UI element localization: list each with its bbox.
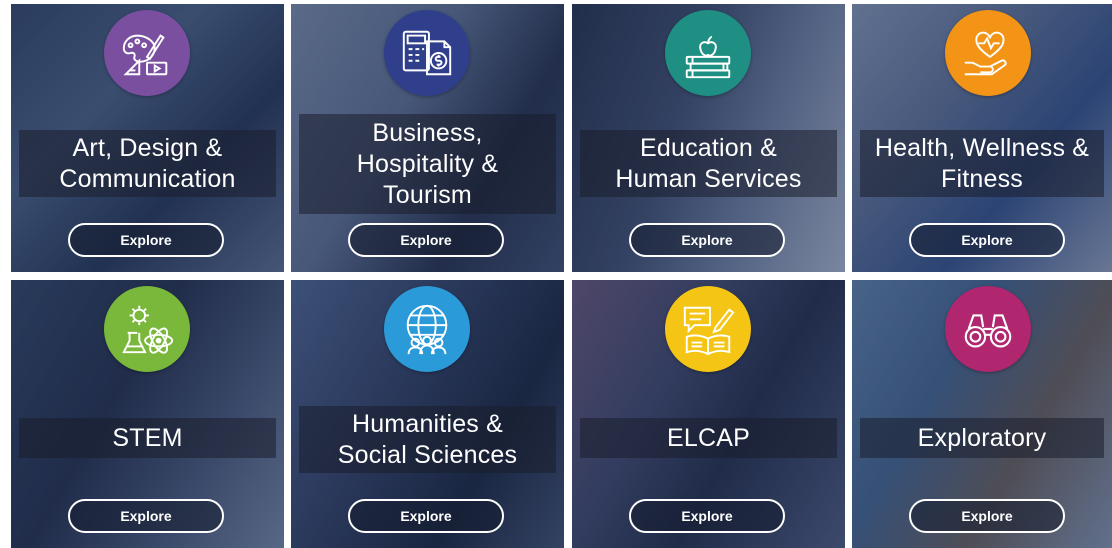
education-books-apple-icon (685, 35, 731, 79)
title-band: ELCAP (580, 418, 837, 458)
explore-button[interactable]: Explore (68, 223, 224, 257)
tile-title: STEM (112, 423, 183, 452)
elcap-speech-book-pen-icon (683, 306, 735, 356)
explore-button[interactable]: Explore (629, 499, 785, 533)
title-band: STEM (19, 418, 276, 458)
explore-button[interactable]: Explore (909, 499, 1065, 533)
pathway-grid: Art, Design & Communication Explore Busi… (0, 0, 1112, 548)
tile-stem[interactable]: STEM Explore (11, 280, 284, 548)
badge (384, 286, 470, 372)
title-band: Exploratory (860, 418, 1104, 458)
title-band: Education & Human Services (580, 130, 837, 197)
title-band: Health, Wellness & Fitness (860, 130, 1104, 197)
title-band: Humanities & Social Sciences (299, 406, 556, 473)
title-band: Art, Design & Communication (19, 130, 276, 197)
explore-button[interactable]: Explore (629, 223, 785, 257)
tile-elcap[interactable]: ELCAP Explore (572, 280, 845, 548)
tile-exploratory[interactable]: Exploratory Explore (852, 280, 1112, 548)
tile-title: ELCAP (667, 423, 750, 452)
health-heart-hand-icon (964, 31, 1007, 76)
badge (104, 10, 190, 96)
tile-title: Education & Human Services (615, 133, 802, 193)
stem-gear-flask-atom-icon (122, 305, 174, 354)
tile-humanities-social-sciences[interactable]: Humanities & Social Sciences Explore (291, 280, 564, 548)
business-calculator-icon (402, 30, 452, 76)
tile-title: Humanities & Social Sciences (337, 409, 518, 469)
tile-health-wellness-fitness[interactable]: Health, Wellness & Fitness Explore (852, 4, 1112, 272)
art-palette-icon (122, 34, 168, 76)
tile-education-human-services[interactable]: Education & Human Services Explore (572, 4, 845, 272)
badge (945, 10, 1031, 96)
badge (104, 286, 190, 372)
tile-business-hospitality-tourism[interactable]: Business, Hospitality & Tourism Explore (291, 4, 564, 272)
humanities-globe-people-icon (406, 304, 448, 355)
explore-button[interactable]: Explore (68, 499, 224, 533)
badge (665, 286, 751, 372)
badge (665, 10, 751, 96)
explore-button[interactable]: Explore (348, 499, 504, 533)
tile-title: Health, Wellness & Fitness (874, 133, 1090, 193)
tile-title: Exploratory (917, 423, 1047, 452)
explore-button[interactable]: Explore (348, 223, 504, 257)
tile-art-design-communication[interactable]: Art, Design & Communication Explore (11, 4, 284, 272)
badge (384, 10, 470, 96)
explore-button[interactable]: Explore (909, 223, 1065, 257)
title-band: Business, Hospitality & Tourism (299, 114, 556, 214)
tile-title: Business, Hospitality & Tourism (356, 118, 499, 209)
badge (945, 286, 1031, 372)
exploratory-binoculars-icon (964, 314, 1012, 348)
tile-title: Art, Design & Communication (59, 133, 236, 193)
